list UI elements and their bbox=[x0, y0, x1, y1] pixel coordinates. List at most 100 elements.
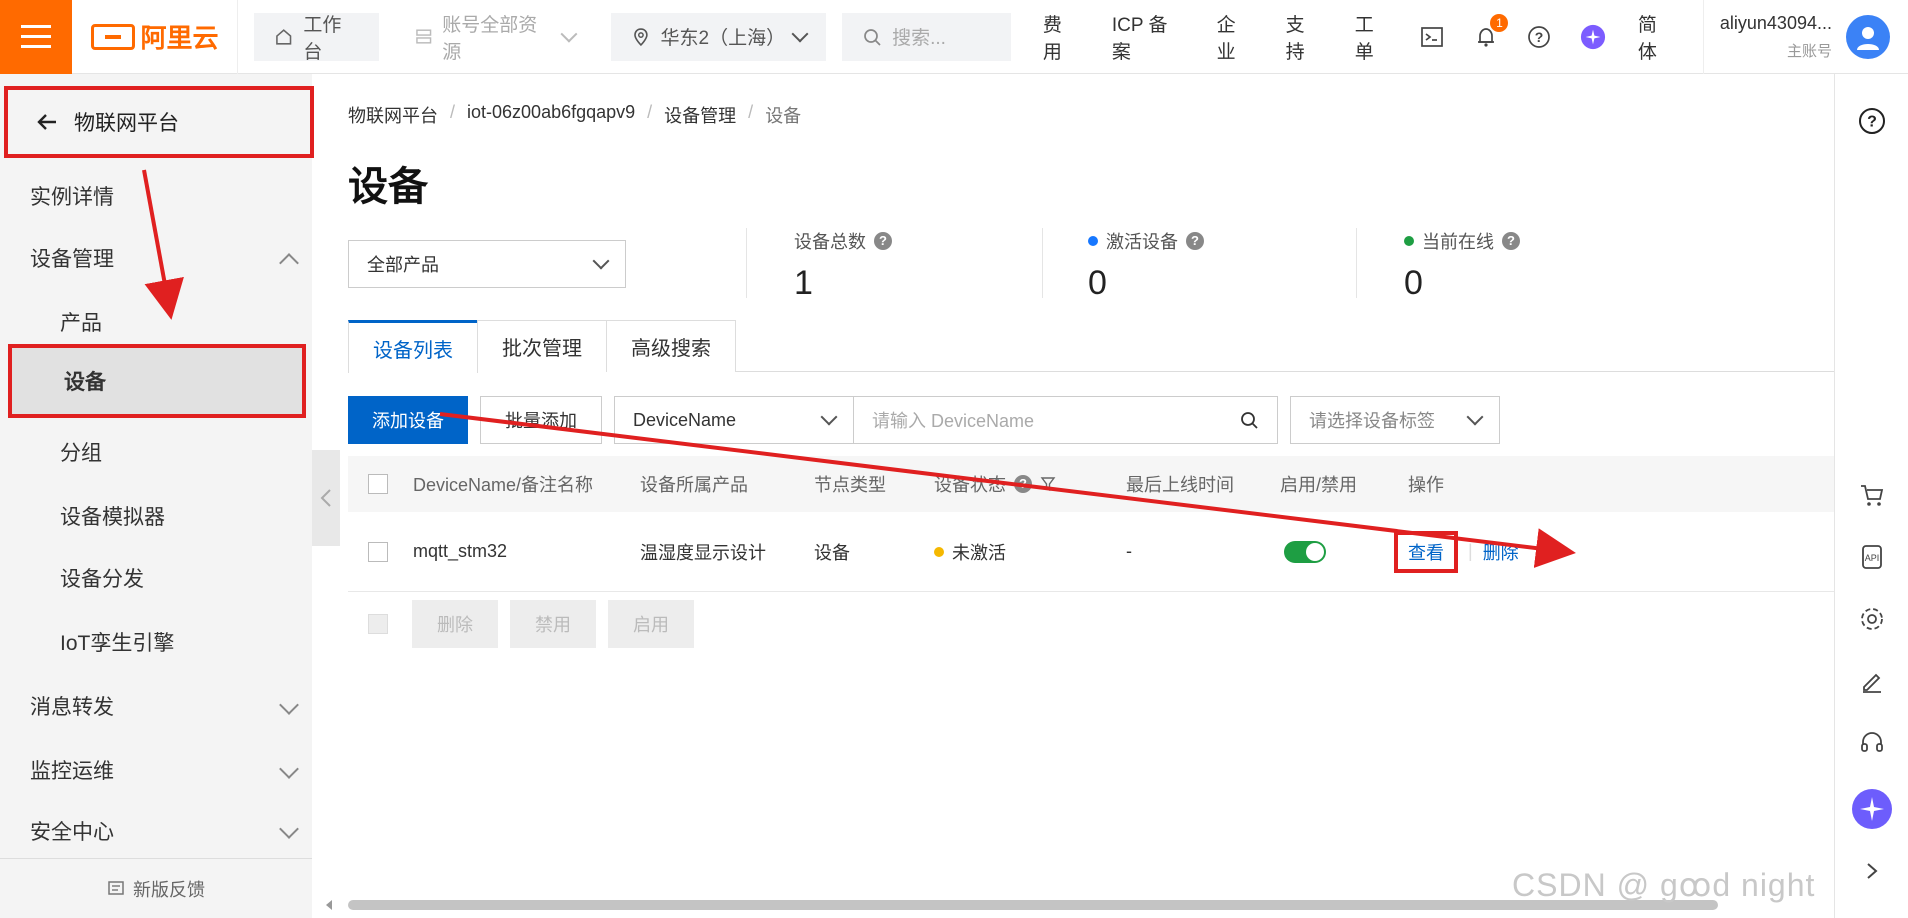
region-dropdown[interactable]: 华东2（上海） bbox=[610, 12, 827, 61]
feedback-button[interactable]: 新版反馈 bbox=[0, 858, 312, 918]
help-icon[interactable]: ? bbox=[1526, 24, 1551, 50]
help-icon[interactable]: ? bbox=[1014, 475, 1032, 493]
headset-icon[interactable] bbox=[1857, 728, 1887, 758]
gear-icon[interactable] bbox=[1857, 604, 1887, 634]
breadcrumb-item-iot-platform[interactable]: 物联网平台 bbox=[348, 102, 438, 128]
tab-batch-management[interactable]: 批次管理 bbox=[477, 320, 607, 372]
page-title: 设备 bbox=[348, 165, 428, 209]
sidebar-collapse-toggle[interactable] bbox=[312, 450, 340, 546]
search-icon bbox=[864, 28, 881, 46]
link-icp[interactable]: ICP 备案 bbox=[1112, 10, 1185, 64]
help-icon[interactable]: ? bbox=[1502, 232, 1520, 250]
feedback-icon bbox=[108, 880, 124, 895]
ai-assistant-icon[interactable] bbox=[1580, 24, 1606, 50]
link-ticket[interactable]: 工单 bbox=[1355, 10, 1392, 64]
link-support[interactable]: 支持 bbox=[1286, 10, 1323, 64]
resources-dropdown[interactable]: 账号全部资源 bbox=[394, 12, 595, 63]
svg-text:API: API bbox=[1865, 553, 1880, 563]
sidebar-item-label: 消息转发 bbox=[30, 696, 114, 719]
search-field-select[interactable]: DeviceName bbox=[614, 396, 854, 444]
stat-total-devices: 设备总数? 1 bbox=[794, 228, 892, 303]
sidebar-item-label: 安全中心 bbox=[30, 821, 114, 844]
brand-logo[interactable]: 阿里云 bbox=[72, 0, 238, 74]
sidebar-item-devices[interactable]: 设备 bbox=[8, 344, 306, 418]
last-online-cell: - bbox=[1126, 541, 1132, 561]
filter-icon[interactable] bbox=[1040, 476, 1056, 492]
resources-label: 账号全部资源 bbox=[442, 14, 538, 63]
workbench-button[interactable]: 工作台 bbox=[253, 12, 379, 63]
sidebar-item-device-distribution[interactable]: 设备分发 bbox=[0, 548, 312, 608]
status-dot-blue bbox=[1088, 236, 1098, 246]
sidebar-item-iot-twin-engine[interactable]: IoT孪生引擎 bbox=[0, 612, 312, 672]
sidebar-item-groups[interactable]: 分组 bbox=[0, 422, 312, 482]
sidebar-item-device-simulator[interactable]: 设备模拟器 bbox=[0, 486, 312, 546]
view-button[interactable]: 查看 bbox=[1394, 530, 1458, 573]
breadcrumb-item-device-management[interactable]: 设备管理 bbox=[664, 102, 736, 128]
add-device-button[interactable]: 添加设备 bbox=[348, 396, 468, 444]
link-fees[interactable]: 费用 bbox=[1043, 10, 1080, 64]
delete-button[interactable]: 删除 bbox=[1483, 539, 1519, 565]
row-checkbox[interactable] bbox=[368, 541, 388, 562]
language-switch[interactable]: 简体 bbox=[1638, 10, 1675, 64]
chevron-down-icon bbox=[1466, 408, 1484, 426]
bulk-enable-button[interactable]: 启用 bbox=[608, 600, 694, 648]
avatar[interactable] bbox=[1845, 14, 1890, 59]
sidebar-item-device-management[interactable]: 设备管理 bbox=[0, 228, 312, 288]
product-select-value: 全部产品 bbox=[367, 255, 439, 275]
bulk-select-checkbox[interactable] bbox=[368, 614, 388, 634]
sidebar-item-monitoring[interactable]: 监控运维 bbox=[0, 740, 312, 800]
hamburger-menu-icon[interactable] bbox=[0, 0, 73, 74]
select-all-checkbox[interactable] bbox=[368, 474, 388, 494]
link-enterprise[interactable]: 企业 bbox=[1217, 10, 1254, 64]
sidebar-back-label: 物联网平台 bbox=[74, 112, 179, 135]
sidebar-item-label: 实例详情 bbox=[30, 186, 114, 209]
sidebar-back-button[interactable]: 物联网平台 bbox=[4, 86, 314, 158]
cart-icon[interactable] bbox=[1857, 480, 1887, 510]
help-icon[interactable]: ? bbox=[1857, 106, 1887, 136]
device-tag-select[interactable]: 请选择设备标签 bbox=[1290, 396, 1500, 444]
sidebar-item-products[interactable]: 产品 bbox=[0, 292, 312, 352]
stat-divider bbox=[746, 228, 747, 298]
device-name-cell[interactable]: mqtt_stm32 bbox=[413, 541, 507, 562]
help-icon[interactable]: ? bbox=[1186, 232, 1204, 250]
api-icon[interactable]: API bbox=[1857, 542, 1887, 572]
chevron-right-icon[interactable] bbox=[1857, 856, 1887, 886]
user-menu[interactable]: aliyun43094... 主账号 bbox=[1702, 0, 1908, 74]
search-icon[interactable] bbox=[1239, 410, 1259, 430]
ai-assistant-icon[interactable] bbox=[1851, 788, 1893, 830]
stack-icon bbox=[415, 28, 432, 44]
brand-name: 阿里云 bbox=[140, 23, 219, 53]
scroll-left-icon[interactable] bbox=[324, 898, 334, 912]
table-row: mqtt_stm32 温湿度显示设计 设备 未激活 - 查看 | 删除 bbox=[348, 512, 1834, 592]
main-content: 物联网平台 / iot-06z00ab6fgqapv9 / 设备管理 / 设备 … bbox=[348, 74, 1834, 918]
location-icon bbox=[633, 27, 648, 46]
stat-divider bbox=[1042, 228, 1043, 298]
bell-icon[interactable]: 1 bbox=[1473, 13, 1509, 50]
sidebar-item-security-center[interactable]: 安全中心 bbox=[0, 802, 312, 846]
sidebar-item-message-forwarding[interactable]: 消息转发 bbox=[0, 676, 312, 736]
tab-advanced-search[interactable]: 高级搜索 bbox=[606, 320, 736, 372]
tab-device-list[interactable]: 设备列表 bbox=[348, 320, 478, 373]
help-icon[interactable]: ? bbox=[874, 232, 892, 250]
breadcrumb-item-instance[interactable]: iot-06z00ab6fgqapv9 bbox=[467, 102, 635, 128]
product-cell[interactable]: 温湿度显示设计 bbox=[640, 539, 766, 565]
notification-badge: 1 bbox=[1490, 13, 1509, 32]
stat-value: 0 bbox=[1088, 264, 1107, 302]
action-separator: | bbox=[1468, 541, 1473, 561]
device-toolbar: 添加设备 批量添加 DeviceName 请输入 DeviceName 请选择设… bbox=[348, 396, 1500, 444]
bulk-disable-button[interactable]: 禁用 bbox=[510, 600, 596, 648]
device-name-search-input[interactable]: 请输入 DeviceName bbox=[854, 396, 1278, 444]
stat-label: 激活设备 bbox=[1106, 232, 1178, 252]
column-header-node-type: 节点类型 bbox=[814, 475, 886, 495]
edit-icon[interactable] bbox=[1857, 666, 1887, 696]
bulk-delete-button[interactable]: 删除 bbox=[412, 600, 498, 648]
global-search[interactable]: 搜索... bbox=[842, 12, 1011, 61]
chevron-down-icon bbox=[820, 408, 838, 426]
account-type: 主账号 bbox=[1786, 42, 1832, 60]
terminal-icon[interactable] bbox=[1420, 24, 1445, 50]
enable-toggle[interactable] bbox=[1284, 540, 1326, 563]
bulk-add-button[interactable]: 批量添加 bbox=[480, 396, 602, 444]
product-select[interactable]: 全部产品 bbox=[348, 240, 626, 288]
column-header-enabled: 启用/禁用 bbox=[1280, 475, 1358, 495]
sidebar-item-instance-details[interactable]: 实例详情 bbox=[0, 166, 312, 226]
